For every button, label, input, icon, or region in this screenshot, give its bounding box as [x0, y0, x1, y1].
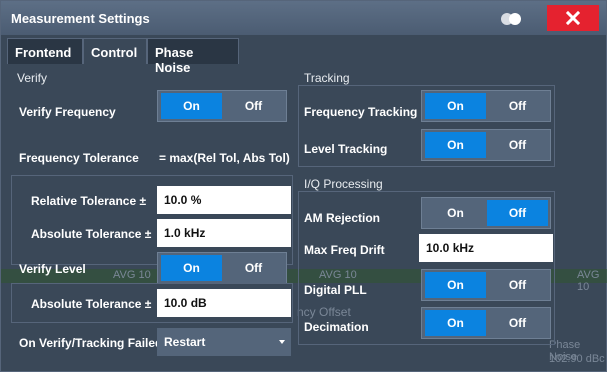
display-toggle-icon[interactable] [501, 13, 525, 25]
tab-control[interactable]: Control [83, 38, 147, 64]
bg-avg-left: AVG 10 [113, 269, 151, 281]
relative-tolerance-label: Relative Tolerance ± [31, 194, 147, 208]
verify-group-label: Verify [17, 71, 48, 85]
verify-frequency-off[interactable]: Off [223, 93, 284, 119]
decimation-off[interactable]: Off [487, 310, 548, 336]
decimation-switch: On Off [421, 307, 551, 339]
digital-pll-switch: On Off [421, 269, 551, 301]
verify-level-switch: On Off [157, 252, 287, 284]
absolute-tolerance-level-input[interactable]: 10.0 dB [157, 289, 291, 317]
digital-pll-label: Digital PLL [304, 283, 367, 297]
am-rejection-switch: On Off [421, 197, 551, 229]
max-freq-drift-label: Max Freq Drift [304, 243, 385, 257]
tab-phase-noise[interactable]: Phase Noise [147, 38, 239, 75]
am-rejection-off[interactable]: Off [487, 200, 548, 226]
level-tracking-switch: On Off [421, 129, 551, 161]
decimation-on[interactable]: On [425, 310, 486, 336]
chevron-down-icon [279, 340, 285, 344]
absolute-tolerance-freq-input[interactable]: 1.0 kHz [157, 219, 291, 247]
frequency-tolerance-label: Frequency Tolerance [19, 151, 139, 165]
digital-pll-off[interactable]: Off [487, 272, 548, 298]
level-tracking-on[interactable]: On [425, 132, 486, 158]
tab-frontend[interactable]: Frontend [7, 38, 83, 64]
measurement-settings-dialog: AVG 10 AVG 10 AVG 10 ncy Offset Phase No… [0, 0, 607, 372]
bg-avg-right: AVG 10 [577, 269, 600, 293]
frequency-tracking-label: Frequency Tracking [304, 105, 418, 119]
level-tracking-label: Level Tracking [304, 142, 388, 156]
relative-tolerance-input[interactable]: 10.0 % [157, 186, 291, 214]
failed-action-dropdown[interactable]: Restart [157, 328, 291, 356]
am-rejection-on[interactable]: On [425, 200, 486, 226]
iq-group-label: I/Q Processing [304, 177, 383, 191]
decimation-label: Decimation [304, 320, 369, 334]
failed-action-label: On Verify/Tracking Failed [19, 336, 163, 350]
dialog-title: Measurement Settings [11, 11, 150, 26]
digital-pll-on[interactable]: On [425, 272, 486, 298]
frequency-tracking-on[interactable]: On [425, 93, 486, 119]
failed-action-value: Restart [164, 335, 206, 349]
verify-level-off[interactable]: Off [223, 255, 284, 281]
bg-phase-noise-value: 102.90 dBc [549, 353, 605, 365]
frequency-tracking-off[interactable]: Off [487, 93, 548, 119]
verify-frequency-label: Verify Frequency [19, 105, 116, 119]
title-bar: Measurement Settings [1, 1, 606, 35]
verify-level-on[interactable]: On [161, 255, 222, 281]
am-rejection-label: AM Rejection [304, 211, 381, 225]
absolute-tolerance-freq-label: Absolute Tolerance ± [31, 227, 152, 241]
verify-frequency-on[interactable]: On [161, 93, 222, 119]
close-button[interactable] [547, 5, 599, 31]
absolute-tolerance-level-label: Absolute Tolerance ± [31, 297, 152, 311]
level-tracking-off[interactable]: Off [487, 132, 548, 158]
verify-frequency-switch: On Off [157, 90, 287, 122]
close-icon [566, 11, 580, 25]
frequency-tolerance-value: = max(Rel Tol, Abs Tol) [159, 151, 290, 165]
frequency-tracking-switch: On Off [421, 90, 551, 122]
verify-level-label: Verify Level [19, 262, 86, 276]
max-freq-drift-input[interactable]: 10.0 kHz [419, 234, 553, 262]
tracking-group-label: Tracking [304, 71, 350, 85]
